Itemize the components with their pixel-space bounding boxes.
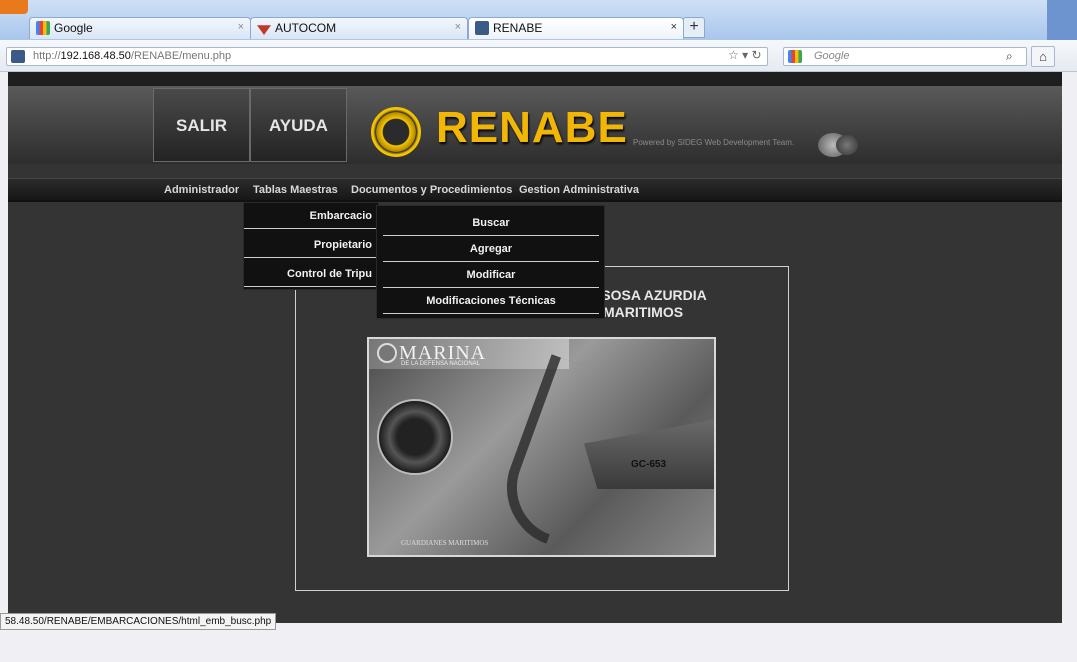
badge-shadow [836, 135, 858, 155]
tab-google[interactable]: Google × [29, 17, 251, 39]
salir-button[interactable]: SALIR [153, 88, 250, 162]
window-controls[interactable] [1047, 0, 1077, 40]
navy-emblem-icon [371, 107, 421, 157]
dropdown-item-propietarios[interactable]: Propietario [244, 232, 380, 258]
submenu-item-modificar[interactable]: Modificar [383, 262, 599, 288]
bookmark-star-icon[interactable]: ☆ [728, 48, 739, 62]
dropdown-item-embarcaciones[interactable]: Embarcacio [244, 203, 380, 229]
url-prefix: http:// [33, 50, 61, 62]
menu-item-documentos[interactable]: Documentos y Procedimientos [351, 184, 512, 196]
dropdown-item-control-tripulacion[interactable]: Control de Tripu [244, 261, 380, 287]
ship-image [584, 419, 714, 489]
submenu-item-buscar[interactable]: Buscar [383, 210, 599, 236]
url-host: 192.168.48.50 [60, 50, 131, 62]
photo-brand-sub: DE LA DEFENSA NACIONAL [401, 361, 481, 367]
close-icon[interactable]: × [671, 21, 677, 33]
marina-logo-icon [377, 343, 397, 363]
tab-label: Google [54, 21, 93, 35]
url-bar[interactable]: http://192.168.48.50/RENABE/menu.php [6, 47, 768, 66]
google-icon [36, 21, 50, 35]
dropdown-icon[interactable]: ▾ [742, 48, 748, 62]
menu-item-administrador[interactable]: Administrador [164, 184, 239, 196]
submenu-item-agregar[interactable]: Agregar [383, 236, 599, 262]
status-bar: 58.48.50/RENABE/EMBARCACIONES/html_emb_b… [0, 613, 276, 630]
url-actions: ☆ ▾ ↻ [728, 48, 762, 62]
renabe-icon [475, 21, 489, 35]
google-icon [788, 50, 802, 63]
navy-seal-icon [377, 399, 453, 475]
home-icon: ⌂ [1039, 49, 1047, 64]
page-content: SALIR AYUDA RENABE Powered by SIDEG Web … [8, 72, 1062, 623]
site-header: SALIR AYUDA RENABE Powered by SIDEG Web … [8, 86, 1062, 164]
page-top-strip [8, 72, 1062, 86]
dropdown-tablas-maestras: Embarcacio Propietario Control de Tripu [243, 202, 380, 290]
firefox-menu-button[interactable] [0, 0, 28, 14]
submenu-item-modificaciones-tecnicas[interactable]: Modificaciones Técnicas [383, 288, 599, 314]
menu-item-tablas-maestras[interactable]: Tablas Maestras [253, 184, 338, 196]
browser-window: Google × AUTOCOM × RENABE × + http://192… [0, 0, 1077, 662]
close-icon[interactable]: × [455, 21, 461, 33]
tab-renabe[interactable]: RENABE × [468, 17, 684, 39]
tab-label: RENABE [493, 21, 543, 35]
tab-label: AUTOCOM [275, 21, 337, 35]
site-logo: RENABE [436, 103, 628, 152]
new-tab-button[interactable]: + [683, 17, 705, 38]
site-icon [11, 50, 25, 63]
powered-by-text: Powered by SIDEG Web Development Team. [633, 138, 795, 147]
close-icon[interactable]: × [238, 21, 244, 33]
menu-item-gestion[interactable]: Gestion Administrativa [519, 184, 639, 196]
search-placeholder: Google [814, 50, 850, 62]
tab-autocom[interactable]: AUTOCOM × [250, 17, 468, 39]
reload-icon[interactable]: ↻ [751, 48, 761, 62]
autocom-icon [257, 25, 271, 35]
marina-photo: MARINA DE LA DEFENSA NACIONAL GC-653 GUA… [367, 337, 716, 557]
search-icon[interactable]: ⌕ [1006, 49, 1013, 64]
ship-number: GC-653 [631, 459, 667, 470]
home-button[interactable]: ⌂ [1031, 46, 1055, 67]
url-path: /RENABE/menu.php [130, 50, 232, 62]
search-input[interactable]: Google [783, 47, 1027, 66]
submenu-embarcaciones: Buscar Agregar Modificar Modificaciones … [376, 205, 605, 319]
ayuda-button[interactable]: AYUDA [250, 88, 347, 162]
photo-caption: GUARDIANES MARITIMOS [401, 539, 489, 547]
tab-bar: Google × AUTOCOM × RENABE × + [0, 0, 1077, 40]
main-menu: Administrador Tablas Maestras Documentos… [8, 178, 1062, 202]
